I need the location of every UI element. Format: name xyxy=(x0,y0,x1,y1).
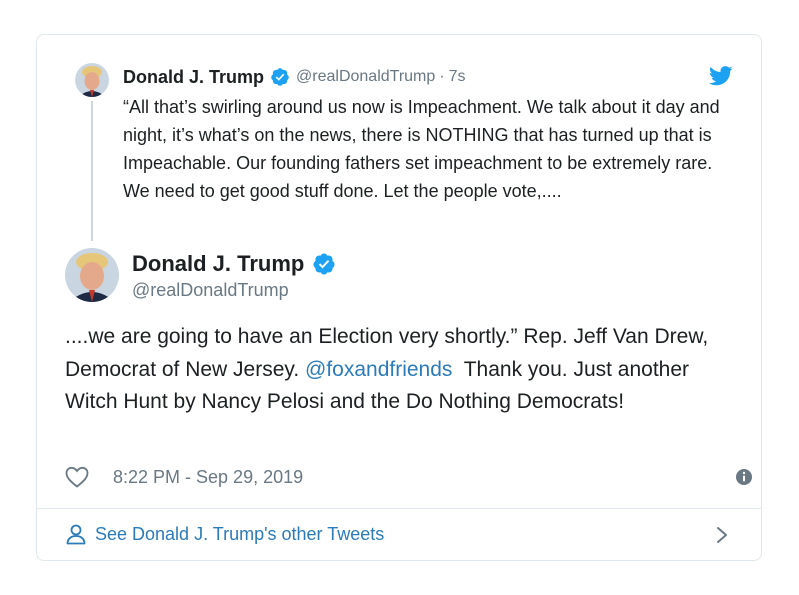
other-tweets-link[interactable]: See Donald J. Trump's other Tweets xyxy=(65,519,384,549)
embedded-tweet-card: Donald J. Trump @realDonaldTrump · 7s “A… xyxy=(36,34,762,561)
parent-tweet[interactable]: Donald J. Trump @realDonaldTrump · 7s “A… xyxy=(37,35,761,241)
tweet-meta-row: 8:22 PM - Sep 29, 2019 xyxy=(65,465,752,489)
mention-link[interactable]: @foxandfriends xyxy=(305,358,452,381)
parent-tweet-time[interactable]: 7s xyxy=(449,68,466,86)
verified-badge-icon xyxy=(271,68,289,86)
main-avatar[interactable] xyxy=(65,248,119,302)
thread-connector-line xyxy=(91,101,93,241)
person-icon xyxy=(66,524,86,545)
parent-tweet-header: Donald J. Trump @realDonaldTrump · 7s xyxy=(123,65,466,89)
heart-icon[interactable] xyxy=(65,466,89,488)
main-tweet-text: ....we are going to have an Election ver… xyxy=(65,321,745,419)
footer-divider xyxy=(37,508,761,509)
main-author-row: Donald J. Trump xyxy=(132,251,336,277)
parent-avatar[interactable] xyxy=(75,63,109,97)
info-icon[interactable] xyxy=(735,468,753,486)
main-author-handle[interactable]: @realDonaldTrump xyxy=(132,280,289,301)
parent-author-name[interactable]: Donald J. Trump xyxy=(123,67,264,88)
verified-badge-icon xyxy=(313,253,335,275)
main-author-name[interactable]: Donald J. Trump xyxy=(132,251,304,277)
twitter-bird-icon[interactable] xyxy=(709,65,733,87)
separator-dot: · xyxy=(439,68,445,85)
parent-tweet-text: “All that’s swirling around us now is Im… xyxy=(123,97,720,201)
tweet-timestamp[interactable]: 8:22 PM - Sep 29, 2019 xyxy=(113,467,303,488)
other-tweets-label[interactable]: See Donald J. Trump's other Tweets xyxy=(95,524,384,545)
chevron-right-icon[interactable] xyxy=(713,525,731,545)
parent-author-handle[interactable]: @realDonaldTrump xyxy=(296,68,435,86)
